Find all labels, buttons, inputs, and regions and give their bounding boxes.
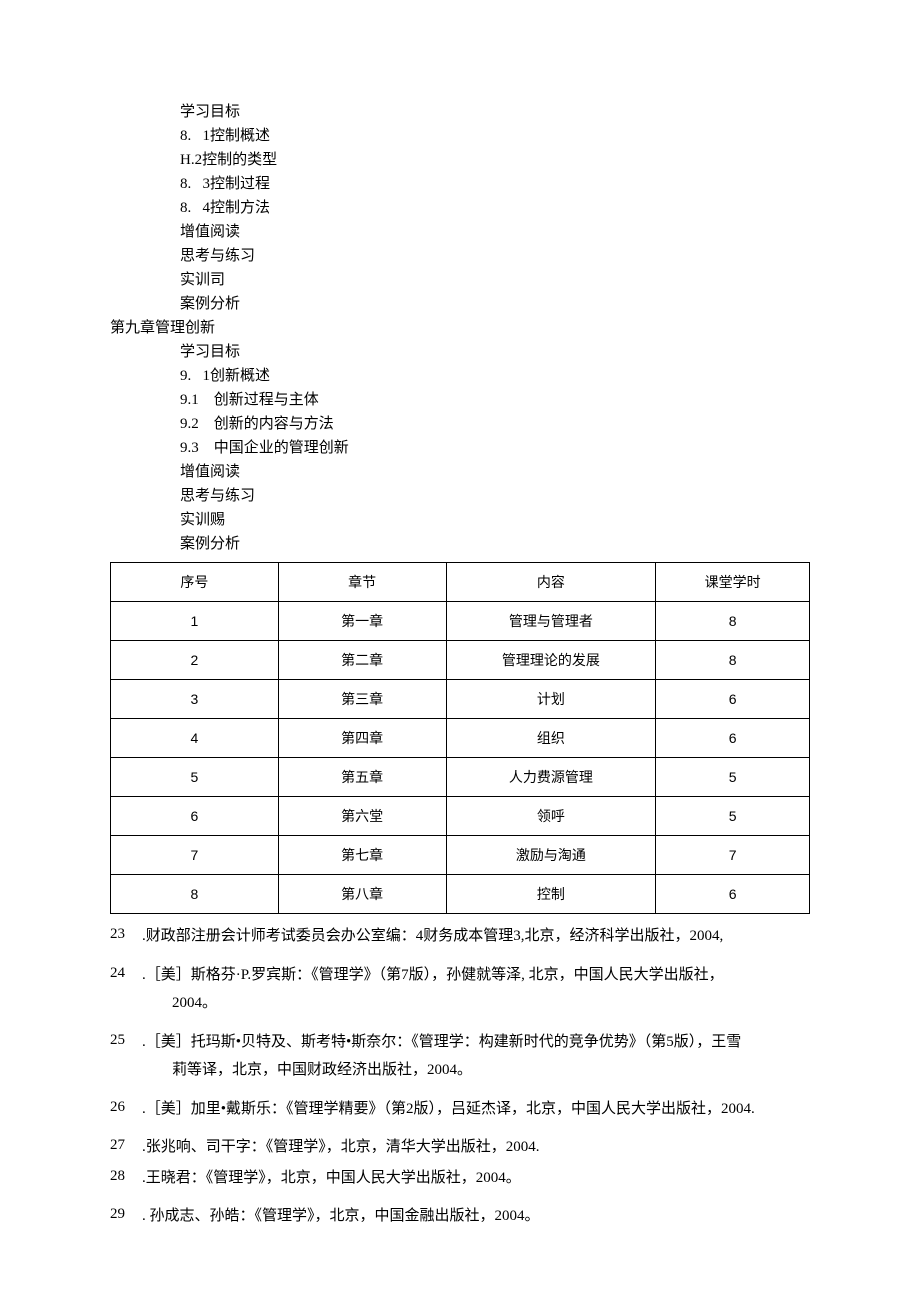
- table-row: 5 第五章 人力费源管理 5: [111, 758, 810, 797]
- cell: 6: [111, 797, 279, 836]
- reference-item: 25 .［美］托玛斯•贝特及、斯考特•斯奈尔：《管理学：构建新时代的竞争优势》（…: [100, 1028, 820, 1085]
- th-seq: 序号: [111, 563, 279, 602]
- table-row: 2 第二章 管理理论的发展 8: [111, 641, 810, 680]
- cell: 5: [656, 797, 810, 836]
- references: 23 .财政部注册会计师考试委员会办公室编：4财务成本管理3,北京，经济科学出版…: [100, 922, 820, 1231]
- outline9-item: 9.1 创新过程与主体: [100, 388, 820, 412]
- cell: 7: [111, 836, 279, 875]
- outline8-item: 思考与练习: [100, 244, 820, 268]
- outline8-item: 8. 4控制方法: [100, 196, 820, 220]
- ref-text: .［美］加里•戴斯乐：《管理学精要》（第2版），吕延杰译，北京，中国人民大学出版…: [142, 1095, 820, 1124]
- cell: 计划: [446, 680, 656, 719]
- th-hours: 课堂学时: [656, 563, 810, 602]
- table-row: 8 第八章 控制 6: [111, 875, 810, 914]
- ref-num: 25: [100, 1028, 142, 1085]
- cell: 6: [656, 680, 810, 719]
- ref-text: .张兆响、司干字：《管理学》，北京，清华大学出版社，2004.: [142, 1133, 820, 1162]
- outline8-item: 8. 1控制概述: [100, 124, 820, 148]
- reference-item: 29 . 孙成志、孙皓：《管理学》，北京，中国金融出版社，2004。: [100, 1202, 820, 1231]
- cell: 4: [111, 719, 279, 758]
- table-header: 序号 章节 内容 课堂学时: [111, 563, 810, 602]
- cell: 第六堂: [278, 797, 446, 836]
- hours-table: 序号 章节 内容 课堂学时 1 第一章 管理与管理者 8 2 第二章 管理理论的…: [110, 562, 810, 914]
- outline9-item: 案例分析: [100, 532, 820, 556]
- outline8-item: 学习目标: [100, 100, 820, 124]
- ref-num: 23: [100, 922, 142, 951]
- outline8-item: 实训司: [100, 268, 820, 292]
- outline8-item: 案例分析: [100, 292, 820, 316]
- ref-line1: .［美］托玛斯•贝特及、斯考特•斯奈尔：《管理学：构建新时代的竞争优势》（第5版…: [142, 1034, 741, 1050]
- th-content: 内容: [446, 563, 656, 602]
- outline9-item: 9. 1创新概述: [100, 364, 820, 388]
- cell: 7: [656, 836, 810, 875]
- reference-item: 23 .财政部注册会计师考试委员会办公室编：4财务成本管理3,北京，经济科学出版…: [100, 922, 820, 951]
- outline9-item: 学习目标: [100, 340, 820, 364]
- table-row: 4 第四章 组织 6: [111, 719, 810, 758]
- outline9-item: 思考与练习: [100, 484, 820, 508]
- outline9-item: 9.2 创新的内容与方法: [100, 412, 820, 436]
- cell: 管理与管理者: [446, 602, 656, 641]
- outline9-item: 9.3 中国企业的管理创新: [100, 436, 820, 460]
- ref-num: 29: [100, 1202, 142, 1231]
- cell: 第二章: [278, 641, 446, 680]
- ref-line1: .［美］斯格芬·P.罗宾斯：《管理学》（第7版），孙健就等泽, 北京，中国人民大…: [142, 967, 724, 983]
- outline9-item: 实训赐: [100, 508, 820, 532]
- cell: 5: [656, 758, 810, 797]
- reference-item: 26 .［美］加里•戴斯乐：《管理学精要》（第2版），吕延杰译，北京，中国人民大…: [100, 1095, 820, 1124]
- cell: 人力费源管理: [446, 758, 656, 797]
- cell: 2: [111, 641, 279, 680]
- ref-text: .王晓君：《管理学》，北京，中国人民大学出版社，2004。: [142, 1164, 820, 1193]
- cell: 控制: [446, 875, 656, 914]
- table-row: 1 第一章 管理与管理者 8: [111, 602, 810, 641]
- table-row: 7 第七章 激励与淘通 7: [111, 836, 810, 875]
- ref-cont: 莉等译，北京，中国财政经济出版社，2004。: [142, 1056, 820, 1085]
- cell: 6: [656, 719, 810, 758]
- table-row: 3 第三章 计划 6: [111, 680, 810, 719]
- ref-num: 26: [100, 1095, 142, 1124]
- reference-item: 27 .张兆响、司干字：《管理学》，北京，清华大学出版社，2004.: [100, 1133, 820, 1162]
- cell: 第八章: [278, 875, 446, 914]
- cell: 1: [111, 602, 279, 641]
- ref-text: .财政部注册会计师考试委员会办公室编：4财务成本管理3,北京，经济科学出版社，2…: [142, 922, 820, 951]
- cell: 5: [111, 758, 279, 797]
- ref-cont: 2004。: [142, 989, 820, 1018]
- cell: 8: [656, 641, 810, 680]
- cell: 6: [656, 875, 810, 914]
- outline8-item: 增值阅读: [100, 220, 820, 244]
- cell: 激励与淘通: [446, 836, 656, 875]
- ref-num: 24: [100, 961, 142, 1018]
- cell: 第三章: [278, 680, 446, 719]
- outline8-item: 8. 3控制过程: [100, 172, 820, 196]
- cell: 第七章: [278, 836, 446, 875]
- outline8-item: H.2控制的类型: [100, 148, 820, 172]
- reference-item: 24 .［美］斯格芬·P.罗宾斯：《管理学》（第7版），孙健就等泽, 北京，中国…: [100, 961, 820, 1018]
- outline9-item: 增值阅读: [100, 460, 820, 484]
- cell: 第一章: [278, 602, 446, 641]
- cell: 第四章: [278, 719, 446, 758]
- ref-text: .［美］托玛斯•贝特及、斯考特•斯奈尔：《管理学：构建新时代的竞争优势》（第5版…: [142, 1028, 820, 1085]
- cell: 管理理论的发展: [446, 641, 656, 680]
- table-row: 6 第六堂 领呼 5: [111, 797, 810, 836]
- th-chapter: 章节: [278, 563, 446, 602]
- ref-text: . 孙成志、孙皓：《管理学》，北京，中国金融出版社，2004。: [142, 1202, 820, 1231]
- cell: 领呼: [446, 797, 656, 836]
- cell: 8: [656, 602, 810, 641]
- cell: 组织: [446, 719, 656, 758]
- cell: 3: [111, 680, 279, 719]
- chapter9-title: 第九章管理创新: [100, 316, 820, 340]
- ref-num: 28: [100, 1164, 142, 1193]
- reference-item: 28 .王晓君：《管理学》，北京，中国人民大学出版社，2004。: [100, 1164, 820, 1193]
- ref-num: 27: [100, 1133, 142, 1162]
- cell: 8: [111, 875, 279, 914]
- cell: 第五章: [278, 758, 446, 797]
- ref-text: .［美］斯格芬·P.罗宾斯：《管理学》（第7版），孙健就等泽, 北京，中国人民大…: [142, 961, 820, 1018]
